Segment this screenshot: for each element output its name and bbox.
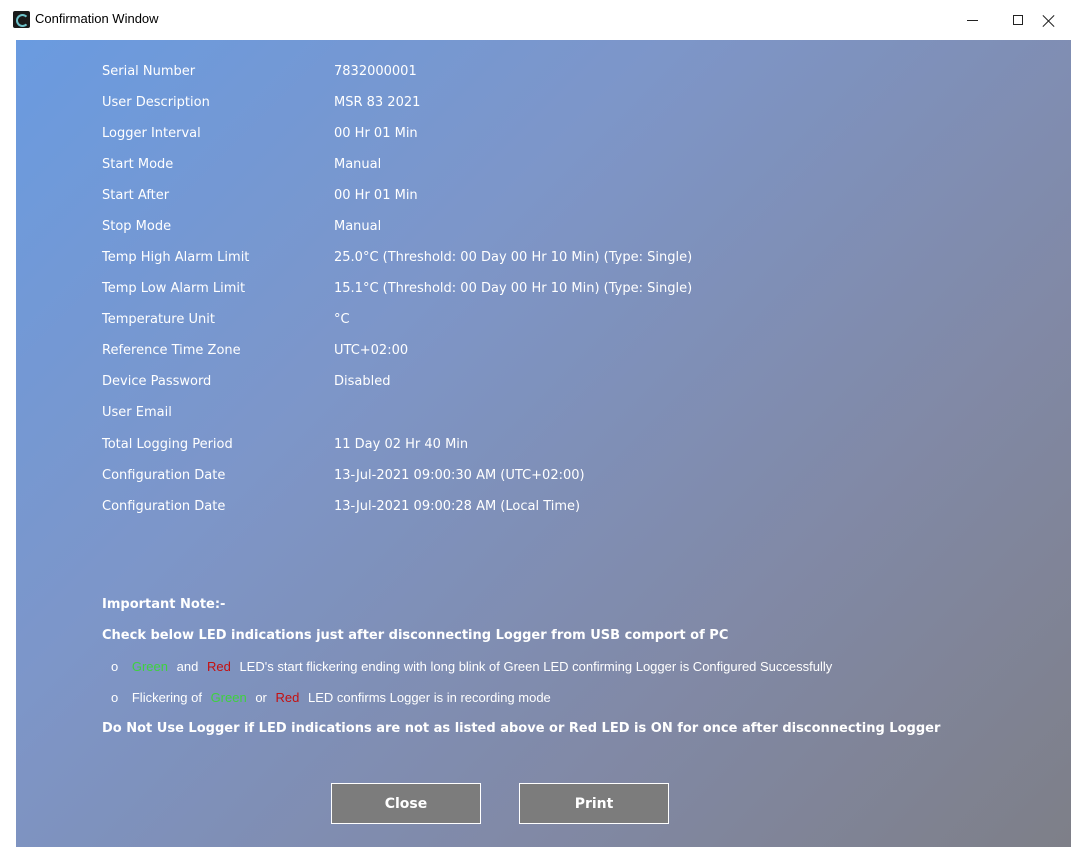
minimize-icon: [966, 19, 978, 21]
close-icon: [1042, 14, 1055, 27]
led-bullet-recording: o Flickering of Green or Red LED confirm…: [111, 688, 556, 708]
bullet-rest-text: LED confirms Logger is in recording mode: [308, 690, 551, 705]
field-value: Manual: [334, 219, 382, 234]
field-label: Temperature Unit: [102, 312, 215, 327]
field-label: Start Mode: [102, 157, 174, 172]
field-label: Configuration Date: [102, 499, 226, 514]
important-note-heading: Important Note:-: [102, 597, 226, 612]
red-led-text: Red: [275, 690, 300, 705]
bullet-rest-text: LED's start flickering ending with long …: [239, 659, 833, 674]
field-value: UTC+02:00: [334, 343, 409, 358]
field-value: 15.1°C (Threshold: 00 Day 00 Hr 10 Min) …: [334, 281, 693, 296]
close-window-button[interactable]: [1025, 0, 1071, 40]
field-value: MSR 83 2021: [334, 95, 421, 110]
maximize-icon: [1013, 15, 1023, 25]
bullet-prefix-text: Flickering of: [131, 690, 202, 705]
field-label: Reference Time Zone: [102, 343, 241, 358]
bullet-marker: o: [111, 659, 119, 674]
and-text: and: [176, 659, 199, 674]
confirmation-window: Confirmation Window Serial Number 783200…: [0, 0, 1071, 847]
field-label: Temp Low Alarm Limit: [102, 281, 246, 296]
bullet-marker: o: [111, 690, 119, 705]
field-value: Disabled: [334, 374, 391, 389]
title-bar[interactable]: Confirmation Window: [0, 0, 1071, 40]
green-led-text: Green: [210, 690, 247, 705]
configuration-panel: Serial Number 7832000001 User Descriptio…: [16, 40, 1071, 847]
field-value: 13-Jul-2021 09:00:30 AM (UTC+02:00): [334, 468, 585, 483]
logger-warning-text: Do Not Use Logger if LED indications are…: [102, 721, 941, 736]
field-label: User Description: [102, 95, 210, 110]
field-label: Total Logging Period: [102, 437, 233, 452]
minimize-button[interactable]: [949, 0, 995, 40]
led-bullet-configured: o Green and Red LED's start flickering e…: [111, 657, 837, 677]
field-value: 13-Jul-2021 09:00:28 AM (Local Time): [334, 499, 581, 514]
field-label: Configuration Date: [102, 468, 226, 483]
field-value: °C: [334, 312, 350, 327]
field-value: Manual: [334, 157, 382, 172]
app-logo-icon: [13, 11, 30, 28]
print-button[interactable]: Print: [519, 783, 669, 824]
green-led-text: Green: [131, 659, 168, 674]
red-led-text: Red: [206, 659, 231, 674]
field-label: Temp High Alarm Limit: [102, 250, 250, 265]
or-text: or: [255, 690, 267, 705]
field-label: Device Password: [102, 374, 212, 389]
field-value: 11 Day 02 Hr 40 Min: [334, 437, 469, 452]
close-button[interactable]: Close: [331, 783, 481, 824]
field-value: 7832000001: [334, 64, 417, 79]
led-instruction-text: Check below LED indications just after d…: [102, 628, 729, 643]
field-value: 00 Hr 01 Min: [334, 126, 418, 141]
field-value: 00 Hr 01 Min: [334, 188, 418, 203]
field-value: 25.0°C (Threshold: 00 Day 00 Hr 10 Min) …: [334, 250, 693, 265]
field-label: Serial Number: [102, 64, 196, 79]
field-label: Logger Interval: [102, 126, 201, 141]
field-label: Start After: [102, 188, 170, 203]
field-label: Stop Mode: [102, 219, 172, 234]
window-title: Confirmation Window: [35, 11, 159, 26]
field-label: User Email: [102, 405, 172, 420]
